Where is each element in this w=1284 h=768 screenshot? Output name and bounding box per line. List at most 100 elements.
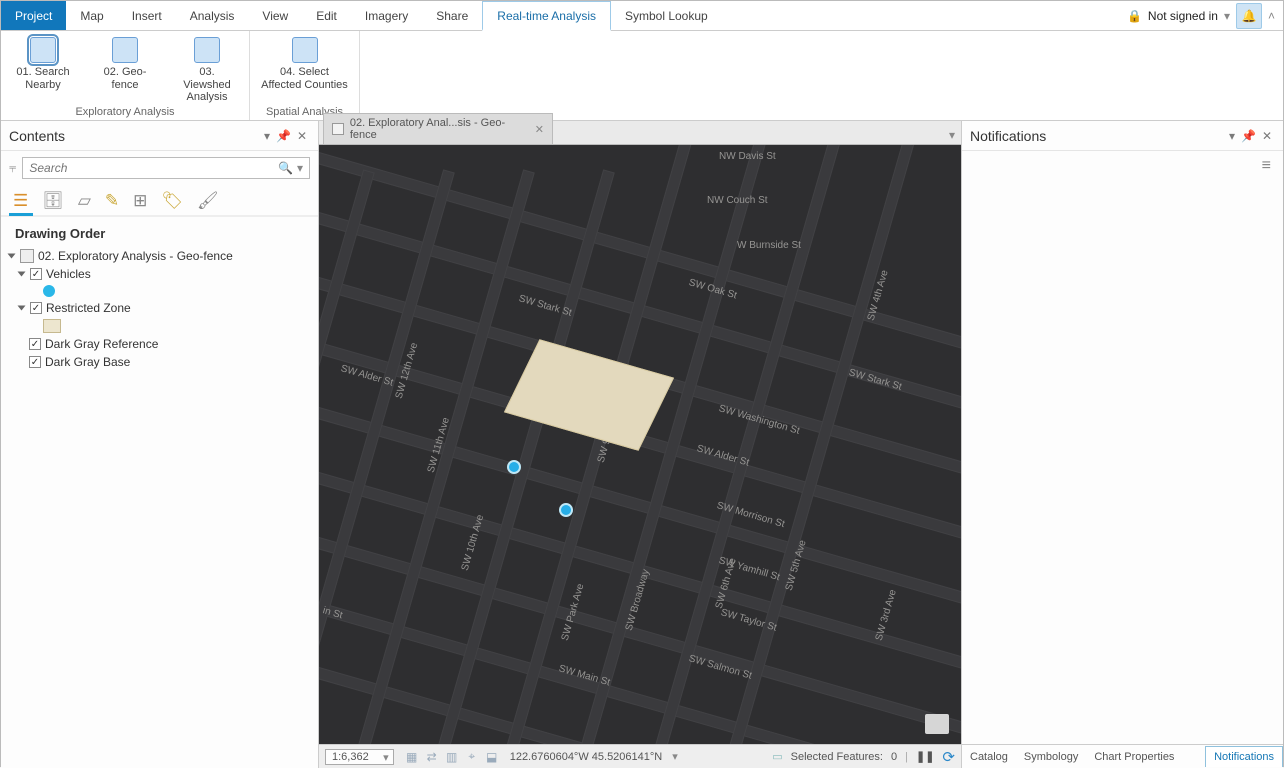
menu-analysis[interactable]: Analysis <box>176 1 249 30</box>
vehicle-point[interactable] <box>507 460 521 474</box>
pin-icon[interactable]: 📌 <box>1238 129 1259 143</box>
document-tab[interactable]: 02. Exploratory Anal...sis - Geo-fence ✕ <box>323 113 553 144</box>
search-input[interactable] <box>29 161 278 175</box>
snap-icon[interactable]: ⊞ <box>133 191 147 211</box>
sb-icon[interactable]: ⌖ <box>464 749 480 765</box>
collapse-ribbon-icon[interactable]: ˄ <box>1268 9 1275 23</box>
bottom-tab-chartprops[interactable]: Chart Properties <box>1086 747 1182 767</box>
sb-icon[interactable]: ▦ <box>404 749 420 765</box>
ribbon-geofence[interactable]: 02. Geo-fence <box>93 35 157 104</box>
menu-project[interactable]: Project <box>1 1 66 30</box>
menu-edit[interactable]: Edit <box>302 1 351 30</box>
sb-icon[interactable]: ▥ <box>444 749 460 765</box>
menu-map[interactable]: Map <box>66 1 117 30</box>
contents-panel: Contents ▾ 📌 ✕ ⫧ 🔍 ▾ ☰ 🗄 ▱ ✎ ⊞ 🏷 🖌 Drawi… <box>1 121 319 768</box>
dot-symbol-icon <box>43 285 55 297</box>
ribbon-group-exploratory: 01. Search Nearby 02. Geo-fence 03. View… <box>1 31 250 120</box>
menu-view[interactable]: View <box>248 1 302 30</box>
search-caret-icon[interactable]: ▾ <box>293 161 303 175</box>
coords-caret-icon[interactable]: ▾ <box>672 750 678 763</box>
signin-caret-icon[interactable]: ▾ <box>1224 9 1230 23</box>
main-area: Contents ▾ 📌 ✕ ⫧ 🔍 ▾ ☰ 🗄 ▱ ✎ ⊞ 🏷 🖌 Drawi… <box>1 121 1283 768</box>
ribbon-viewshed[interactable]: 03. Viewshed Analysis <box>175 35 239 104</box>
tree-layer-restricted[interactable]: ✓ Restricted Zone <box>9 299 312 317</box>
square-icon <box>30 37 56 63</box>
road-label: NW Davis St <box>719 151 776 162</box>
pin-icon[interactable]: 📌 <box>273 129 294 143</box>
bottom-tab-bar: Catalog Symbology Chart Properties Notif… <box>962 744 1283 768</box>
filter-icon[interactable]: ⫧ <box>9 160 16 176</box>
notifications-body <box>962 181 1283 744</box>
edit-icon[interactable]: ✎ <box>105 191 119 211</box>
road-label: SW Stark St <box>517 293 572 319</box>
rect-symbol-icon <box>43 319 61 333</box>
square-icon <box>292 37 318 63</box>
ribbon-label: 02. Geo-fence <box>93 66 157 91</box>
datasource-icon[interactable]: 🗄 <box>42 191 64 211</box>
bottom-tab-symbology[interactable]: Symbology <box>1016 747 1086 767</box>
tree-layer-vehicles[interactable]: ✓ Vehicles <box>9 265 312 283</box>
ribbon-label: 01. Search Nearby <box>11 66 75 91</box>
checkbox[interactable]: ✓ <box>29 356 41 368</box>
tab-dropdown-icon[interactable]: ▾ <box>943 126 961 144</box>
menu-insert[interactable]: Insert <box>118 1 176 30</box>
panel-menu-icon[interactable]: ▾ <box>1226 129 1238 143</box>
tree-layer-darkref[interactable]: ✓ Dark Gray Reference <box>9 335 312 353</box>
hamburger-icon[interactable]: ≡ <box>962 151 1283 181</box>
menu-imagery[interactable]: Imagery <box>351 1 422 30</box>
statusbar-divider: | <box>905 751 908 763</box>
tree-symbol-restricted[interactable] <box>9 317 312 335</box>
checkbox[interactable]: ✓ <box>30 302 42 314</box>
basemap-icon[interactable] <box>925 714 949 734</box>
scale-selector[interactable]: 1:6,362 <box>325 749 394 765</box>
search-icon[interactable]: 🔍 <box>278 161 293 175</box>
tree-root-row[interactable]: 02. Exploratory Analysis - Geo-fence <box>9 247 312 265</box>
close-icon[interactable]: ✕ <box>294 129 310 143</box>
selected-icon[interactable]: ▭ <box>772 750 782 763</box>
sb-icon[interactable]: ⬓ <box>484 749 500 765</box>
tab-close-icon[interactable]: ✕ <box>535 123 544 136</box>
lock-icon: 🔒 <box>1127 9 1142 23</box>
map-canvas[interactable]: NW Davis St NW Couch St W Burnside St SW… <box>319 145 961 744</box>
search-box[interactable]: 🔍 ▾ <box>22 157 310 179</box>
signin-text[interactable]: Not signed in <box>1148 9 1218 23</box>
vehicle-point[interactable] <box>559 503 573 517</box>
sb-icon[interactable]: ⇄ <box>424 749 440 765</box>
coords-text: 122.6760604°W 45.5206141°N <box>510 751 663 763</box>
menubar-spacer <box>722 1 1127 30</box>
label-icon[interactable]: 🏷 <box>161 191 183 211</box>
ribbon-select-affected[interactable]: 04. Select Affected Counties <box>260 35 350 91</box>
bell-icon[interactable]: 🔔 <box>1236 3 1262 29</box>
menu-symbol-lookup[interactable]: Symbol Lookup <box>611 1 722 30</box>
panel-menu-icon[interactable]: ▾ <box>261 129 273 143</box>
expand-icon[interactable] <box>18 272 26 277</box>
notifications-header: Notifications ▾ 📌 ✕ <box>962 121 1283 151</box>
refresh-icon[interactable]: ⟳ <box>942 748 955 766</box>
tab-label: 02. Exploratory Anal...sis - Geo-fence <box>350 117 529 141</box>
menu-share[interactable]: Share <box>422 1 482 30</box>
list-order-icon[interactable]: ☰ <box>13 191 28 211</box>
close-icon[interactable]: ✕ <box>1259 129 1275 143</box>
square-icon <box>112 37 138 63</box>
selection-icon[interactable]: ▱ <box>78 191 91 211</box>
checkbox[interactable]: ✓ <box>30 268 42 280</box>
layer-label: Vehicles <box>46 267 91 281</box>
tree-symbol-vehicles[interactable] <box>9 283 312 299</box>
map-area: 02. Exploratory Anal...sis - Geo-fence ✕… <box>319 121 961 768</box>
layer-label: Dark Gray Base <box>45 355 130 369</box>
paint-icon[interactable]: 🖌 <box>197 191 219 211</box>
pause-icon[interactable]: ❚❚ <box>916 750 934 763</box>
bottom-tab-notifications[interactable]: Notifications <box>1205 746 1283 767</box>
expand-icon[interactable] <box>8 254 16 259</box>
map-tab-icon <box>332 123 344 135</box>
bottom-tab-catalog[interactable]: Catalog <box>962 747 1016 767</box>
tree-layer-darkbase[interactable]: ✓ Dark Gray Base <box>9 353 312 371</box>
contents-search-row: ⫧ 🔍 ▾ <box>1 151 318 185</box>
expand-icon[interactable] <box>18 306 26 311</box>
checkbox[interactable]: ✓ <box>29 338 41 350</box>
contents-header: Contents ▾ 📌 ✕ <box>1 121 318 151</box>
drawing-order-title: Drawing Order <box>1 216 318 245</box>
ribbon-search-nearby[interactable]: 01. Search Nearby <box>11 35 75 104</box>
menu-realtime-analysis[interactable]: Real-time Analysis <box>482 1 611 31</box>
menu-bar: Project Map Insert Analysis View Edit Im… <box>1 1 1283 31</box>
